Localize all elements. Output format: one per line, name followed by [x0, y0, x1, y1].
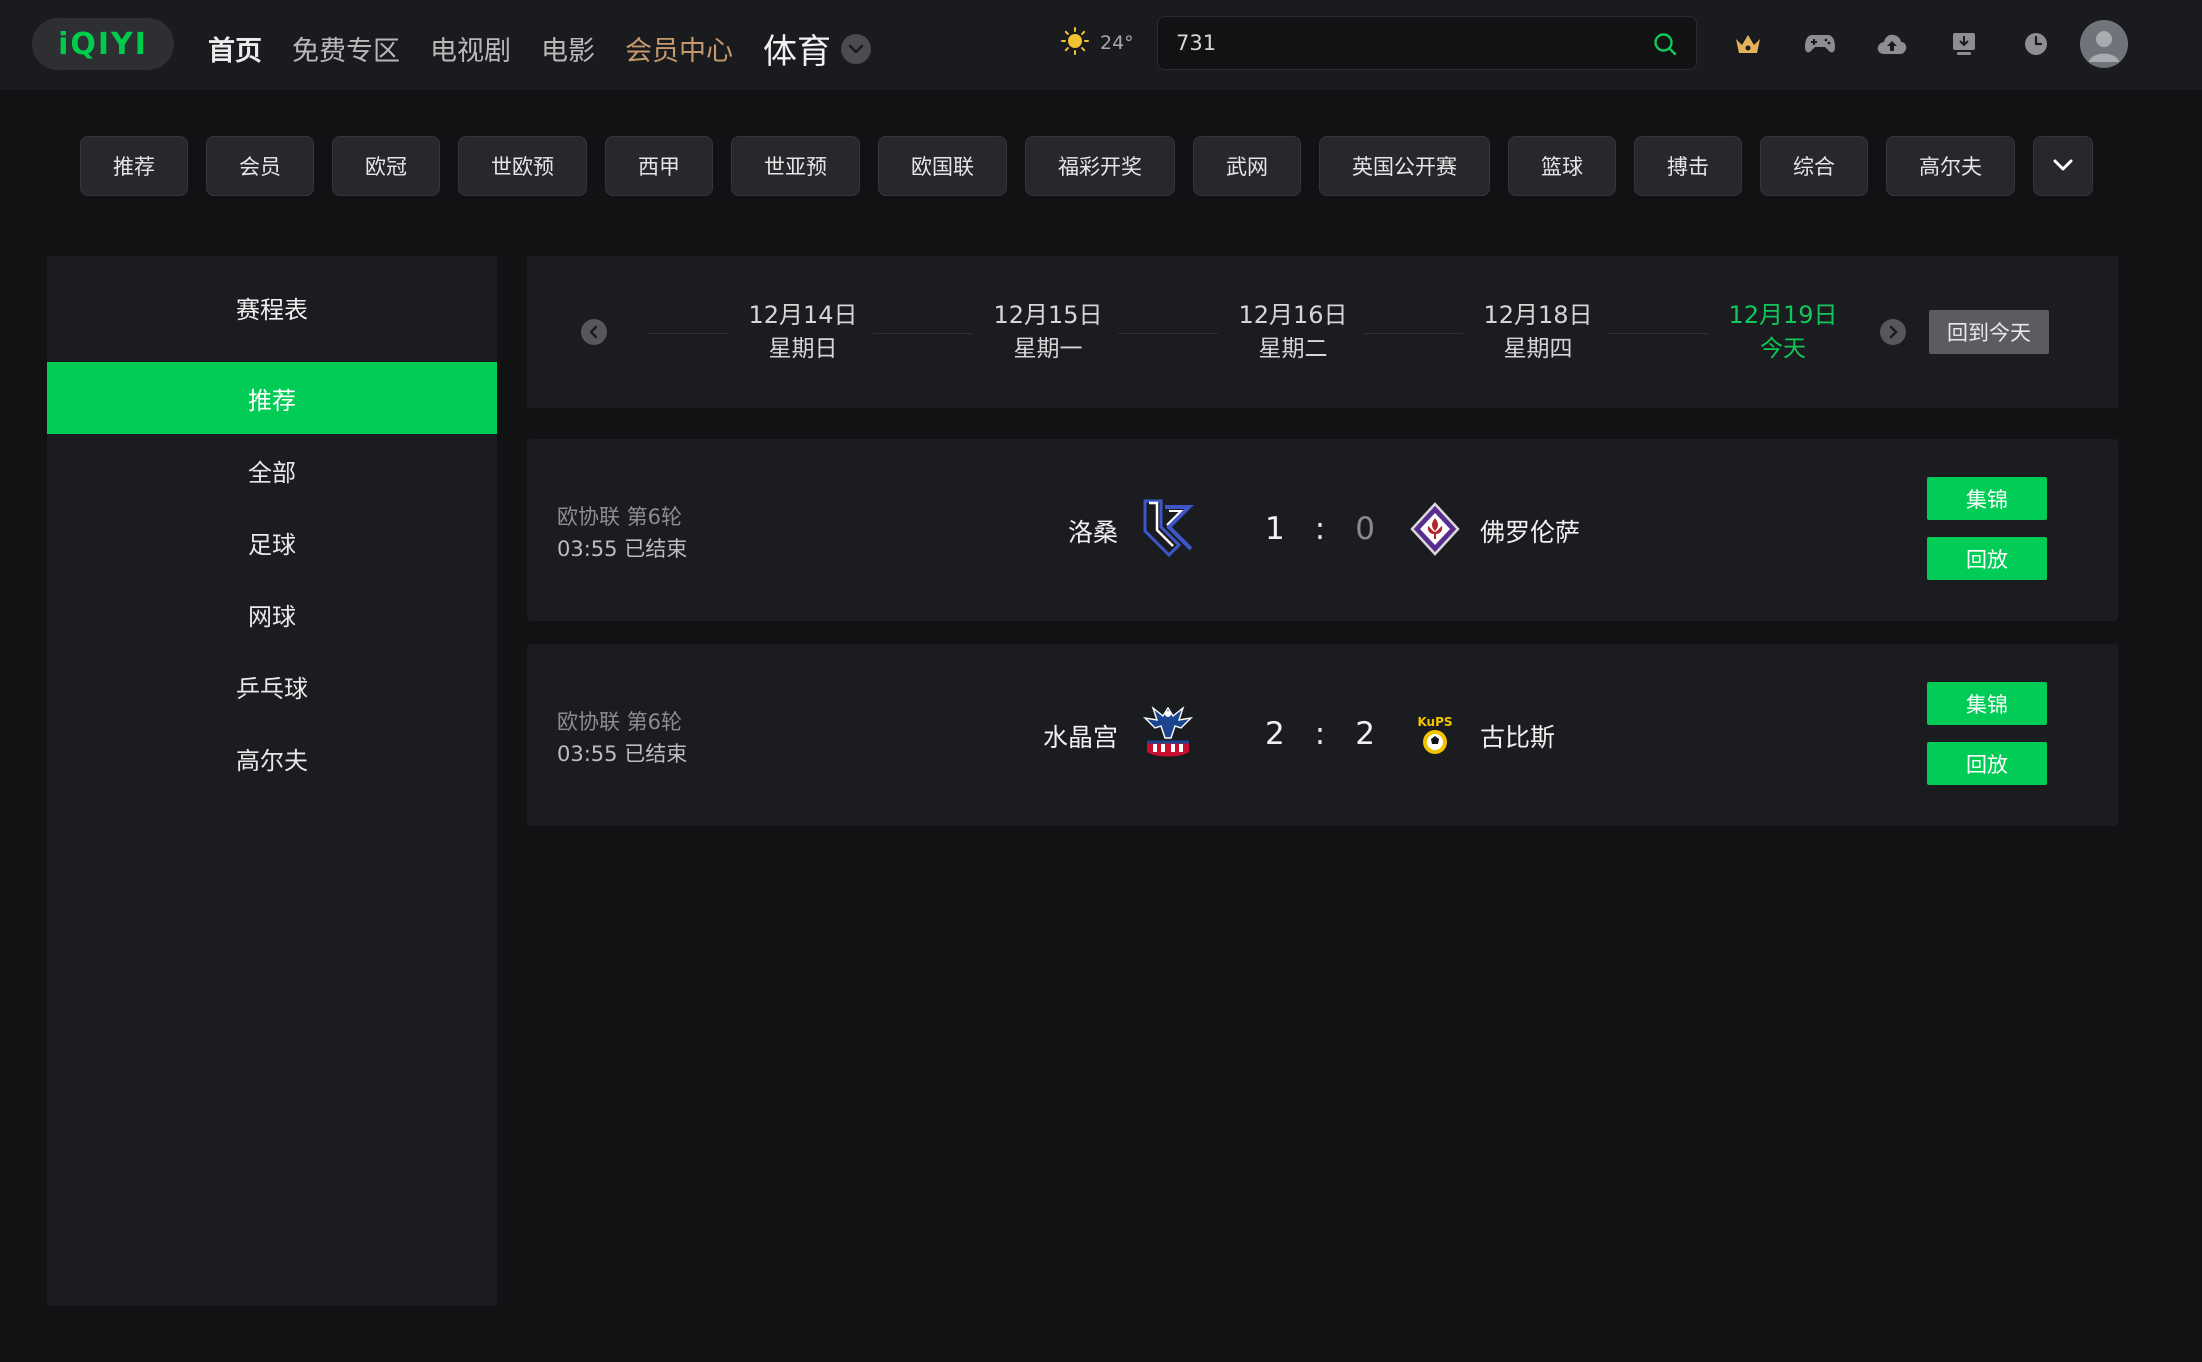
nav-sports[interactable]: 体育	[763, 24, 831, 73]
chevron-down-icon	[2052, 157, 2074, 176]
back-to-today-button[interactable]: 回到今天	[1929, 310, 2049, 354]
nav-free-zone[interactable]: 免费专区	[292, 29, 400, 68]
score-separator: :	[1314, 716, 1326, 752]
date-divider	[1363, 333, 1463, 334]
scoreline: 1 : 0	[1265, 511, 1375, 547]
category-chip[interactable]: 篮球	[1508, 136, 1616, 196]
date-item[interactable]: 12月18日 星期四	[1458, 298, 1618, 366]
category-chip[interactable]: 会员	[206, 136, 314, 196]
match-status: 03:55 已结束	[557, 742, 688, 766]
cloud-upload-icon[interactable]	[1874, 26, 1910, 62]
kups-logo-icon: KuPS	[1409, 706, 1461, 762]
category-chip[interactable]: 高尔夫	[1886, 136, 2015, 196]
date-item[interactable]: 12月14日 星期日	[723, 298, 883, 366]
highlights-button[interactable]: 集锦	[1927, 682, 2047, 725]
date-divider	[1118, 333, 1218, 334]
score-separator: :	[1314, 511, 1326, 547]
main-nav: 首页 免费专区 电视剧 电影 会员中心 体育	[208, 24, 871, 73]
fiorentina-logo-icon	[1409, 501, 1461, 557]
search-icon[interactable]	[1652, 31, 1678, 61]
sidebar-item-all[interactable]: 全部	[47, 434, 497, 506]
weekday-label: 今天	[1760, 336, 1806, 362]
home-score: 2	[1265, 716, 1285, 752]
chevron-down-icon[interactable]	[841, 33, 871, 64]
home-team-name: 水晶宫	[1042, 723, 1118, 752]
weather-temp: 24°	[1100, 32, 1134, 54]
iqiyi-logo[interactable]: iQIYI	[32, 18, 174, 70]
category-bar: 推荐 会员 欧冠 世欧预 西甲 世亚预 欧国联 福彩开奖 武网 英国公开赛 篮球…	[80, 136, 2033, 196]
chevron-right-icon[interactable]	[1880, 319, 1906, 345]
date-label: 12月15日	[993, 301, 1103, 329]
league-round: 欧协联 第6轮	[557, 505, 683, 529]
away-score: 0	[1355, 511, 1375, 547]
download-icon[interactable]	[1946, 26, 1982, 62]
weekday-label: 星期二	[1258, 336, 1328, 362]
nav-movies[interactable]: 电影	[541, 29, 595, 68]
date-divider	[1608, 333, 1708, 334]
sidebar-item-recommended[interactable]: 推荐	[47, 362, 497, 434]
replay-button[interactable]: 回放	[1927, 742, 2047, 785]
date-label: 12月19日	[1728, 301, 1838, 329]
match-card: 欧协联 第6轮 03:55 已结束 水晶宫 2 : 2 KuPS 古比斯 集锦 …	[527, 644, 2118, 826]
top-bar: iQIYI 首页 免费专区 电视剧 电影 会员中心 体育 24°	[0, 0, 2202, 90]
nav-vip-center[interactable]: 会员中心	[625, 29, 733, 68]
user-avatar[interactable]	[2080, 20, 2128, 68]
category-chip[interactable]: 西甲	[605, 136, 713, 196]
sidebar-item-golf[interactable]: 高尔夫	[47, 722, 497, 794]
highlights-button[interactable]: 集锦	[1927, 477, 2047, 520]
date-selector: 12月14日 星期日 12月15日 星期一 12月16日 星期二 12月18日 …	[527, 256, 2118, 408]
date-item[interactable]: 12月15日 星期一	[968, 298, 1128, 366]
category-chip[interactable]: 英国公开赛	[1319, 136, 1490, 196]
category-chip[interactable]: 世亚预	[731, 136, 860, 196]
home-score: 1	[1265, 511, 1285, 547]
category-chip[interactable]: 搏击	[1634, 136, 1742, 196]
svg-text:KuPS: KuPS	[1417, 715, 1452, 729]
nav-tv-series[interactable]: 电视剧	[430, 29, 511, 68]
history-clock-icon[interactable]	[2018, 26, 2054, 62]
scoreline: 2 : 2	[1265, 716, 1375, 752]
weekday-label: 星期四	[1503, 336, 1573, 362]
sun-icon	[1060, 26, 1090, 60]
away-score: 2	[1355, 716, 1375, 752]
expand-categories-button[interactable]	[2033, 136, 2093, 196]
category-chip[interactable]: 综合	[1760, 136, 1868, 196]
toolbar-icons	[1730, 26, 2090, 62]
search-input[interactable]	[1176, 27, 1616, 59]
match-status: 03:55 已结束	[557, 537, 688, 561]
sidebar-item-football[interactable]: 足球	[47, 506, 497, 578]
category-chip[interactable]: 福彩开奖	[1025, 136, 1175, 196]
vip-crown-icon[interactable]	[1730, 26, 1766, 62]
date-divider	[873, 333, 973, 334]
away-team-name: 佛罗伦萨	[1480, 518, 1581, 547]
category-chip[interactable]: 世欧预	[458, 136, 587, 196]
date-divider	[648, 333, 728, 334]
league-round: 欧协联 第6轮	[557, 710, 683, 734]
category-chip[interactable]: 欧国联	[878, 136, 1007, 196]
match-card: 欧协联 第6轮 03:55 已结束 洛桑 1 : 0 佛罗伦萨 集锦 回放	[527, 439, 2118, 621]
date-label: 12月18日	[1483, 301, 1593, 329]
sidebar-item-tennis[interactable]: 网球	[47, 578, 497, 650]
weather-widget: 24°	[1060, 26, 1134, 60]
schedule-sidebar: 赛程表 推荐 全部 足球 网球 乒乓球 高尔夫	[47, 256, 497, 1306]
date-label: 12月16日	[1238, 301, 1348, 329]
weekday-label: 星期一	[1013, 336, 1083, 362]
nav-home[interactable]: 首页	[208, 29, 262, 68]
date-item[interactable]: 12月16日 星期二	[1213, 298, 1373, 366]
category-chip[interactable]: 推荐	[80, 136, 188, 196]
home-team-name: 洛桑	[1067, 518, 1118, 547]
lausanne-logo-icon	[1139, 497, 1197, 559]
away-team-name: 古比斯	[1480, 723, 1556, 752]
category-chip[interactable]: 武网	[1193, 136, 1301, 196]
date-label: 12月14日	[748, 301, 858, 329]
replay-button[interactable]: 回放	[1927, 537, 2047, 580]
sidebar-title: 赛程表	[236, 296, 308, 324]
gamepad-icon[interactable]	[1802, 26, 1838, 62]
date-item-today[interactable]: 12月19日 今天	[1703, 298, 1863, 366]
chevron-left-icon[interactable]	[581, 319, 607, 345]
category-chip[interactable]: 欧冠	[332, 136, 440, 196]
search-box[interactable]	[1157, 16, 1697, 70]
sidebar-item-table-tennis[interactable]: 乒乓球	[47, 650, 497, 722]
crystal-palace-logo-icon	[1139, 702, 1197, 764]
weekday-label: 星期日	[768, 336, 838, 362]
